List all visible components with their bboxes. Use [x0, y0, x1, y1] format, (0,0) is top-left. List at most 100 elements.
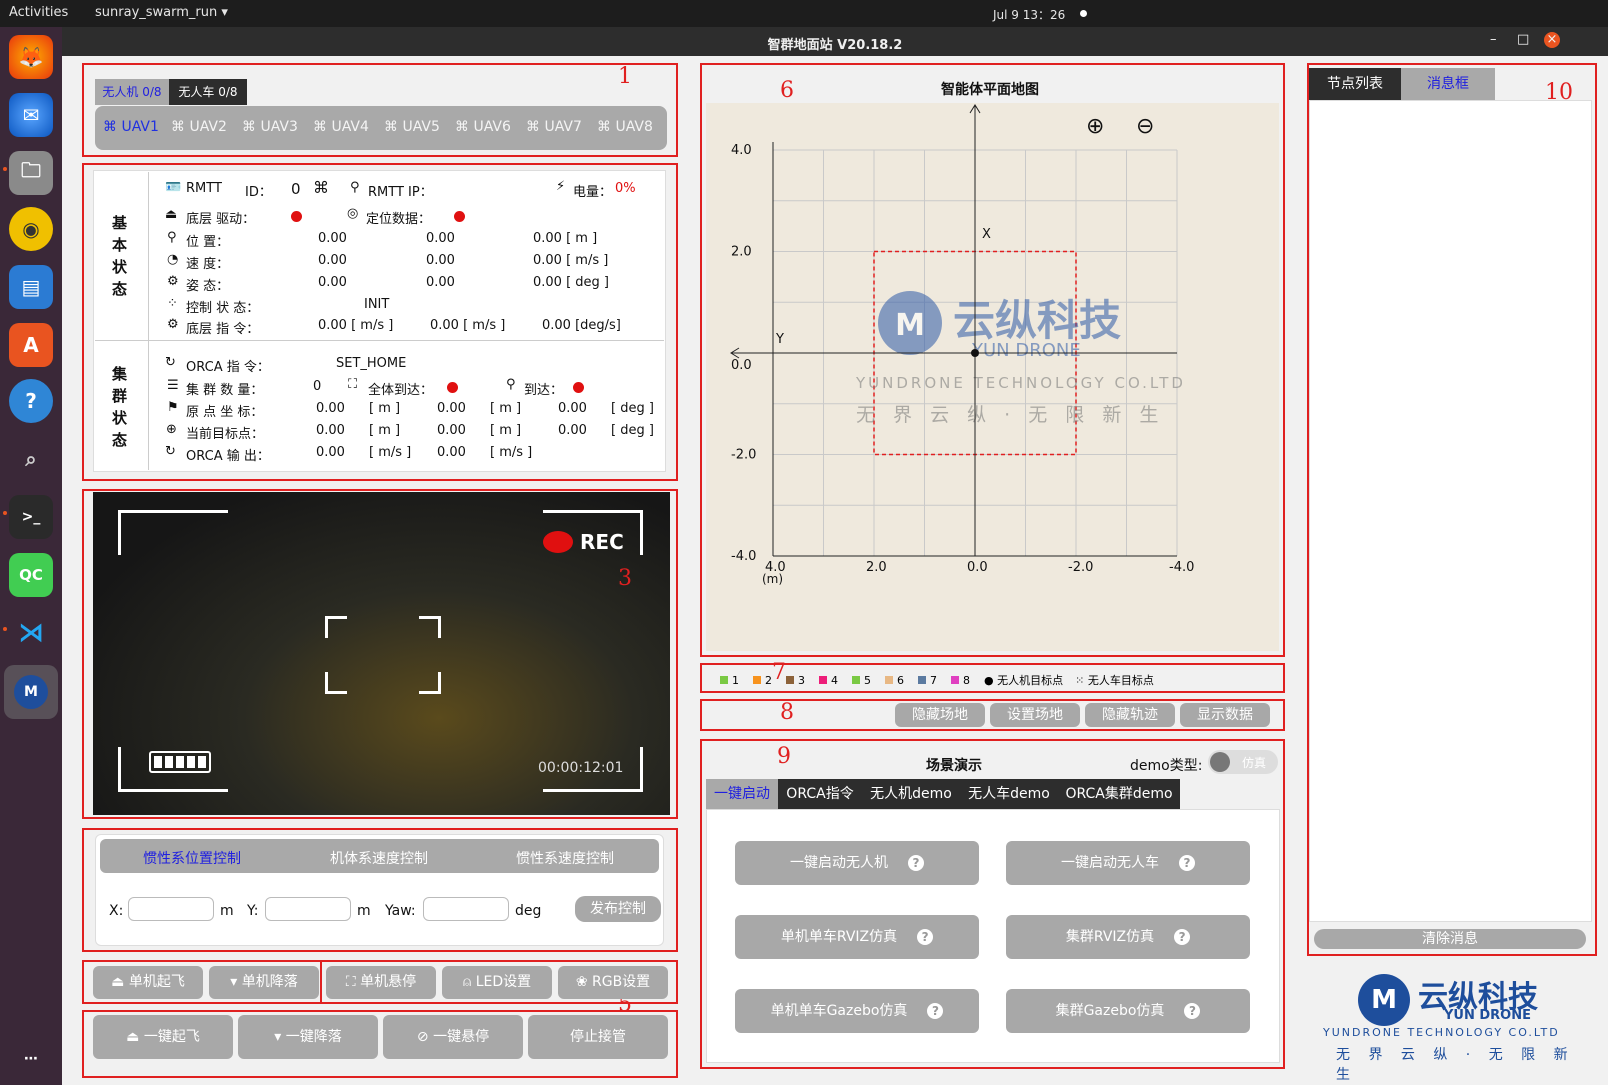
- search-icon[interactable]: ⌕: [9, 437, 53, 481]
- tab-orca-swarm-demo[interactable]: ORCA集群demo: [1058, 779, 1180, 809]
- qtcreator-icon[interactable]: QC: [9, 553, 53, 597]
- control-tabs: 惯性系位置控制 机体系速度控制 惯性系速度控制: [100, 839, 659, 873]
- battery-icon: [149, 751, 211, 773]
- start-all-uav-button[interactable]: 一键启动无人机?: [735, 841, 979, 885]
- swarm-gazebo-sim-button[interactable]: 集群Gazebo仿真?: [1006, 989, 1250, 1033]
- hide-field-button[interactable]: 隐藏场地: [895, 703, 985, 727]
- battery-icon: ⚡: [556, 179, 566, 194]
- hide-trajectory-button[interactable]: 隐藏轨迹: [1085, 703, 1175, 727]
- x-tick-label: 2.0: [866, 560, 887, 575]
- legend-label: 8: [963, 673, 970, 687]
- rgb-settings-button[interactable]: ❀ RGB设置: [558, 966, 668, 999]
- tab-message-box[interactable]: 消息框: [1401, 68, 1495, 100]
- arrive-label: 到达：: [524, 383, 564, 398]
- x-tick-label: -4.0: [1169, 560, 1194, 575]
- legend-swatch: [786, 676, 794, 684]
- activities-button[interactable]: Activities: [9, 5, 68, 20]
- uav-tab-8[interactable]: ⌘ UAV8: [597, 119, 653, 135]
- uav-tab-2[interactable]: ⌘ UAV2: [171, 119, 227, 135]
- tab-uav[interactable]: 无人机 0/8: [95, 79, 169, 105]
- uav-tab-4[interactable]: ⌘ UAV4: [313, 119, 369, 135]
- stop-takeover-button[interactable]: 停止接管: [528, 1015, 668, 1059]
- target-y: 0.00: [437, 423, 466, 438]
- swarm-count-value: 0: [313, 379, 322, 394]
- zoom-out-icon[interactable]: ⊖: [1136, 114, 1154, 139]
- vscode-icon[interactable]: ⋊: [9, 611, 53, 655]
- divider: [95, 340, 664, 341]
- tab-orca-cmd[interactable]: ORCA指令: [778, 779, 862, 809]
- single-gazebo-sim-button[interactable]: 单机单车Gazebo仿真?: [735, 989, 979, 1033]
- sim-toggle[interactable]: 仿真: [1208, 750, 1278, 774]
- start-all-ugv-button[interactable]: 一键启动无人车?: [1006, 841, 1250, 885]
- home-yaw-unit: [ deg ]: [611, 401, 654, 416]
- message-area[interactable]: [1309, 100, 1592, 922]
- minimize-button[interactable]: –: [1490, 32, 1497, 47]
- close-button[interactable]: ×: [1544, 32, 1560, 48]
- yaw-input[interactable]: [423, 897, 509, 921]
- app-grid-icon[interactable]: ⋯: [9, 1037, 53, 1081]
- all-takeoff-button[interactable]: ⏏ 一键起飞: [93, 1015, 233, 1059]
- uav-tab-1[interactable]: ⌘ UAV1: [103, 119, 159, 135]
- speed-icon: ◔: [167, 252, 179, 267]
- help-icon[interactable]: ?: [9, 379, 53, 423]
- x-input[interactable]: [128, 897, 214, 921]
- thunderbird-icon[interactable]: ✉: [9, 93, 53, 137]
- position-label: 位 置：: [186, 235, 230, 250]
- battery-value: 0%: [615, 181, 636, 196]
- led-settings-button[interactable]: ⍝ LED设置: [442, 966, 552, 999]
- rhythmbox-icon[interactable]: ◉: [9, 207, 53, 251]
- clock[interactable]: Jul 9 13：26: [993, 6, 1065, 23]
- legend-item: 6: [885, 672, 904, 688]
- tab-node-list[interactable]: 节点列表: [1309, 68, 1401, 100]
- all-land-button[interactable]: ▾ 一键降落: [238, 1015, 378, 1059]
- software-icon[interactable]: A: [9, 323, 53, 367]
- tab-uav-demo[interactable]: 无人机demo: [862, 779, 960, 809]
- single-land-button[interactable]: ▾ 单机降落: [209, 966, 319, 999]
- zoom-in-icon[interactable]: ⊕: [1086, 114, 1104, 139]
- arrive-indicator: [573, 382, 584, 393]
- ground-station-icon[interactable]: M: [4, 665, 58, 719]
- legend-label: 4: [831, 673, 838, 687]
- app-menu[interactable]: sunray_swarm_run ▾: [95, 5, 228, 20]
- writer-icon[interactable]: ▤: [9, 265, 53, 309]
- help-icon: ?: [927, 1003, 944, 1019]
- tab-ugv-demo[interactable]: 无人车demo: [960, 779, 1058, 809]
- svg-text:YUNDRONE TECHNOLOGY CO.LTD: YUNDRONE TECHNOLOGY CO.LTD: [855, 374, 1186, 392]
- terminal-icon[interactable]: >_: [9, 495, 53, 539]
- system-top-bar: Activities sunray_swarm_run ▾ Jul 9 13：2…: [0, 0, 1608, 27]
- map-chart[interactable]: M 云纵科技 YUN DRONE YUNDRONE TECHNOLOGY CO.…: [706, 103, 1279, 651]
- single-rviz-sim-button[interactable]: 单机单车RVIZ仿真?: [735, 915, 979, 959]
- all-arrive-indicator: [447, 382, 458, 393]
- uav-tab-6[interactable]: ⌘ UAV6: [455, 119, 511, 135]
- single-takeoff-button[interactable]: ⏏ 单机起飞: [93, 966, 203, 999]
- tab-body-velocity[interactable]: 机体系速度控制: [330, 848, 428, 868]
- files-icon[interactable]: 🗀: [9, 151, 53, 195]
- y-input[interactable]: [265, 897, 351, 921]
- tab-ugv[interactable]: 无人车 0/8: [169, 79, 247, 105]
- attitude-label: 姿 态：: [186, 279, 230, 294]
- publish-control-button[interactable]: 发布控制: [575, 896, 661, 922]
- loc-icon: ◎: [347, 206, 359, 221]
- uav-tab-5[interactable]: ⌘ UAV5: [384, 119, 440, 135]
- scenario-tabs: 一键启动 ORCA指令 无人机demo 无人车demo ORCA集群demo: [706, 779, 1280, 809]
- set-field-button[interactable]: 设置场地: [990, 703, 1080, 727]
- swarm-rviz-sim-button[interactable]: 集群RVIZ仿真?: [1006, 915, 1250, 959]
- tab-inertial-velocity[interactable]: 惯性系速度控制: [516, 848, 614, 868]
- tab-one-click[interactable]: 一键启动: [706, 779, 778, 809]
- yaw-unit: deg: [515, 903, 542, 919]
- uav-tab-3[interactable]: ⌘ UAV3: [242, 119, 298, 135]
- maximize-button[interactable]: □: [1517, 32, 1529, 47]
- all-hover-button[interactable]: ⊘ 一键悬停: [383, 1015, 523, 1059]
- firefox-icon[interactable]: 🦊: [9, 35, 53, 79]
- clear-messages-button[interactable]: 清除消息: [1314, 929, 1586, 949]
- legend-item: 3: [786, 672, 805, 688]
- uav-tab-7[interactable]: ⌘ UAV7: [526, 119, 582, 135]
- tab-inertial-position[interactable]: 惯性系位置控制: [143, 848, 241, 868]
- legend-item: 1: [720, 672, 739, 688]
- orca-out-label: ORCA 输 出：: [186, 449, 270, 464]
- show-data-button[interactable]: 显示数据: [1180, 703, 1270, 727]
- single-hover-button[interactable]: ⛶ 单机悬停: [326, 966, 436, 999]
- legend-label: 1: [732, 673, 739, 687]
- window-title: 智群地面站 V20.18.2: [767, 38, 903, 53]
- x-label: X:: [109, 903, 124, 919]
